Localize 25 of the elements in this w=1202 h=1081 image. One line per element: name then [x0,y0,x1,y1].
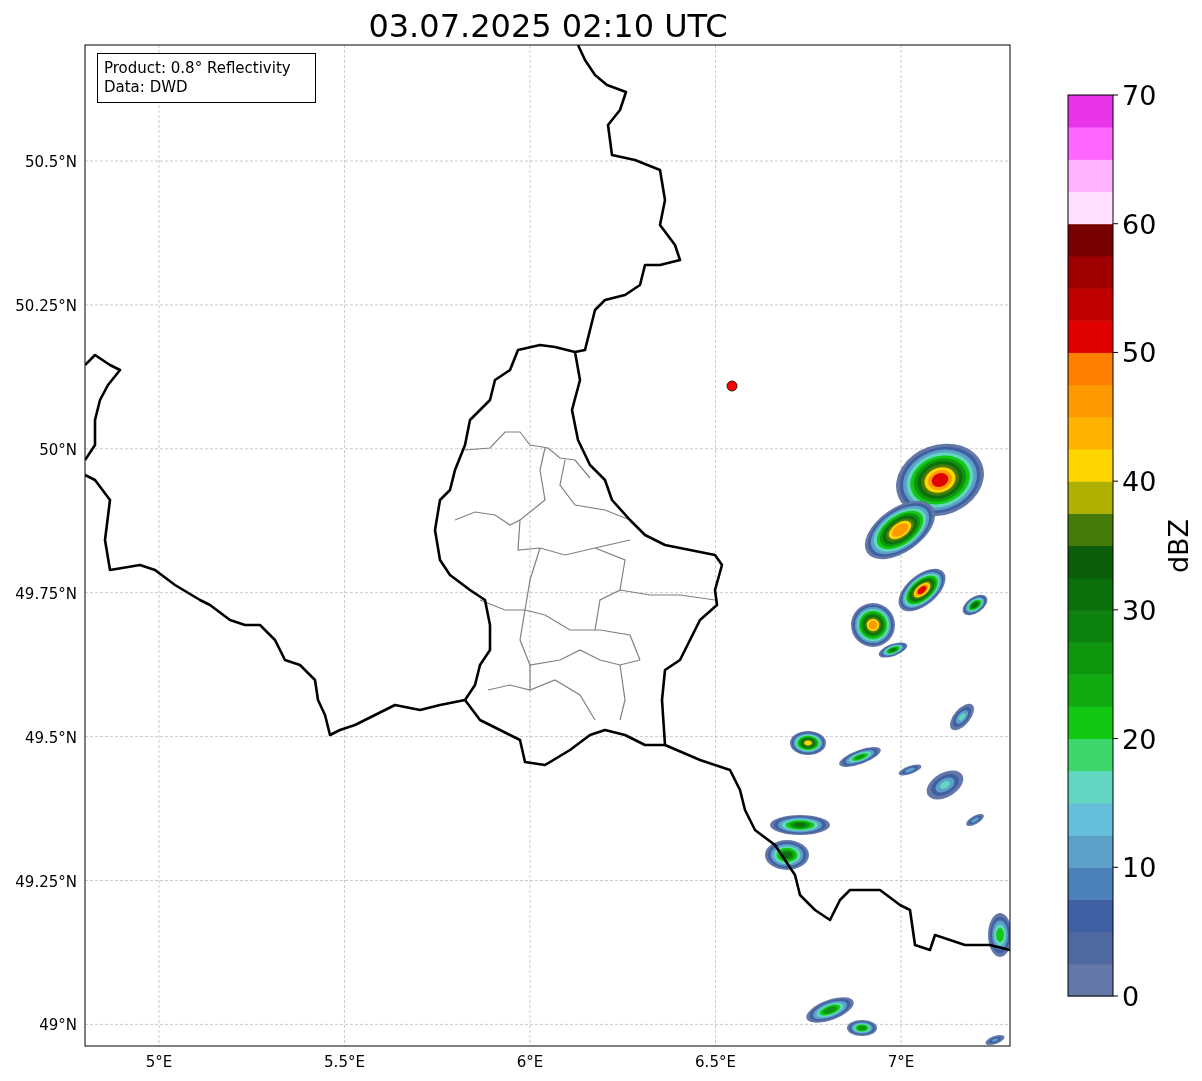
colorbar-tick-label: 30 [1122,594,1157,626]
colorbar-tick-label: 0 [1122,981,1140,1012]
x-tick-label: 5°E [145,1053,173,1071]
x-tick-label: 6°E [516,1053,544,1071]
y-tick-label: 49°N [39,1016,77,1035]
colorbar-tick-label: 50 [1122,337,1157,369]
y-tick-label: 49.5°N [24,728,77,747]
x-tick-label: 6.5°E [695,1053,736,1071]
chart-title: 03.07.2025 02:10 UTC [368,7,728,45]
y-tick-label: 50.5°N [24,153,77,171]
colorbar-tick-label: 70 [1122,80,1157,111]
colorbar-tick-label: 20 [1122,723,1157,755]
info-text: Product: 0.8° Reflectivity [104,59,291,77]
radar-site-marker [726,380,738,392]
y-tick-label: 49.25°N [15,872,77,891]
info-text: Data: DWD [104,78,188,96]
x-tick-label: 5.5°E [324,1053,365,1071]
y-tick-label: 50°N [39,440,77,459]
colorbar-tick-label: 60 [1122,208,1157,240]
colorbar-label: dBZ [1163,518,1194,574]
y-tick-label: 49.75°N [15,584,77,603]
colorbar-tick-label: 40 [1122,466,1157,498]
colorbar-tick-label: 10 [1122,852,1157,884]
x-tick-label: 7°E [887,1053,915,1071]
y-tick-label: 50.25°N [15,296,77,315]
